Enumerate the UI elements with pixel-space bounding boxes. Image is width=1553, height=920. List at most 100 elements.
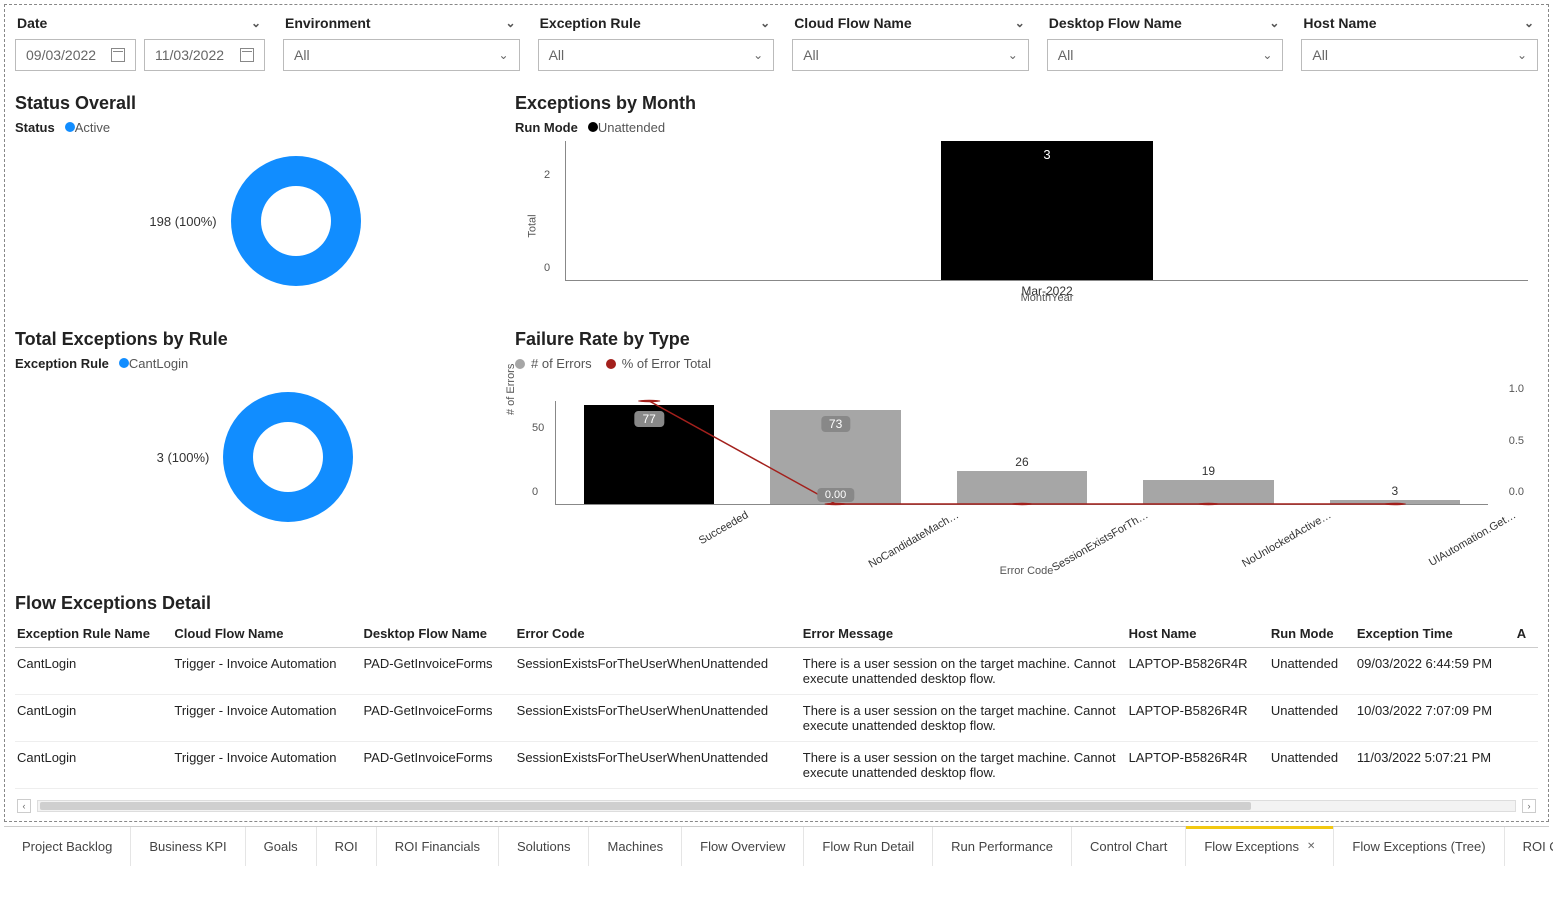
exception-rule-dropdown[interactable]: All ⌄: [538, 39, 775, 71]
tab-machines[interactable]: Machines: [589, 827, 682, 866]
tab-solutions[interactable]: Solutions: [499, 827, 589, 866]
cloud-flow-value: All: [803, 47, 819, 63]
filter-env-label: Environment: [285, 15, 371, 31]
table-row[interactable]: CantLoginTrigger - Invoice AutomationPAD…: [15, 648, 1538, 695]
visual-status-overall[interactable]: Status Overall Status Active 198 (100%): [15, 89, 495, 311]
tab-business-kpi[interactable]: Business KPI: [131, 827, 245, 866]
calendar-icon[interactable]: [111, 48, 125, 62]
legend-item-label: # of Errors: [531, 356, 592, 371]
bar[interactable]: 3: [941, 141, 1153, 280]
close-icon[interactable]: ✕: [1307, 841, 1315, 852]
detail-header-row: Exception Rule NameCloud Flow NameDeskto…: [15, 620, 1538, 648]
column-header[interactable]: Cloud Flow Name: [172, 620, 361, 648]
chevron-down-icon[interactable]: ⌄: [760, 16, 770, 30]
host-dropdown[interactable]: All ⌄: [1301, 39, 1538, 71]
cloud-flow-dropdown[interactable]: All ⌄: [792, 39, 1029, 71]
visual-flow-exceptions-detail[interactable]: Flow Exceptions Detail Exception Rule Na…: [15, 593, 1538, 813]
tab-label: Flow Exceptions: [1204, 839, 1299, 854]
date-end-input[interactable]: 11/03/2022: [144, 39, 265, 71]
visual-failure-rate[interactable]: Failure Rate by Type # of Errors% of Err…: [515, 325, 1538, 577]
tab-run-performance[interactable]: Run Performance: [933, 827, 1072, 866]
table-cell: LAPTOP-B5826R4R: [1127, 695, 1269, 742]
chevron-down-icon[interactable]: ⌄: [1015, 16, 1025, 30]
page-tabs: Project Backlog Business KPI Goals ROI ROI F…: [4, 826, 1549, 866]
column-header[interactable]: Desktop Flow Name: [361, 620, 514, 648]
calendar-icon[interactable]: [240, 48, 254, 62]
visual-exceptions-by-month[interactable]: Exceptions by Month Run Mode Unattended …: [515, 89, 1538, 311]
desktop-flow-dropdown[interactable]: All ⌄: [1047, 39, 1284, 71]
chevron-down-icon: ⌄: [753, 48, 763, 62]
tebr-title: Total Exceptions by Rule: [15, 329, 495, 350]
tab-flow-run-detail[interactable]: Flow Run Detail: [804, 827, 933, 866]
tab-goals[interactable]: Goals: [246, 827, 317, 866]
tebr-donut-chart[interactable]: [223, 392, 353, 522]
exception-rule-value: All: [549, 47, 565, 63]
table-cell: There is a user session on the target ma…: [801, 695, 1127, 742]
x-category-label: Succeeded: [694, 504, 751, 547]
table-row[interactable]: CantLoginTrigger - Invoice AutomationPAD…: [15, 695, 1538, 742]
tebr-legend-items: CantLogin: [119, 356, 188, 371]
fr-plot[interactable]: 0500.00.51.077Succeeded73NoCandidateMach…: [555, 401, 1488, 505]
chevron-down-icon[interactable]: ⌄: [1269, 16, 1279, 30]
scroll-right-button[interactable]: ›: [1522, 799, 1536, 813]
tab-label: ROI: [335, 839, 358, 854]
status-overall-title: Status Overall: [15, 93, 495, 114]
environment-dropdown[interactable]: All ⌄: [283, 39, 520, 71]
table-cell: SessionExistsForTheUserWhenUnattended: [515, 742, 801, 789]
y2-tick: 0.0: [1509, 486, 1524, 498]
table-cell: There is a user session on the target ma…: [801, 742, 1127, 789]
scroll-thumb[interactable]: [40, 802, 1251, 810]
scroll-track[interactable]: [37, 800, 1516, 812]
horizontal-scrollbar[interactable]: ‹ ›: [17, 799, 1536, 813]
ebm-y-title: Total: [527, 214, 539, 237]
tab-label: Flow Run Detail: [822, 839, 914, 854]
table-cell: Trigger - Invoice Automation: [172, 695, 361, 742]
table-cell: [1515, 742, 1538, 789]
ebm-legend-title: Run Mode: [515, 120, 578, 135]
ebm-plot[interactable]: MonthYear 023Mar-2022: [565, 141, 1528, 281]
tab-flow-overview[interactable]: Flow Overview: [682, 827, 804, 866]
tab-project-backlog[interactable]: Project Backlog: [4, 827, 131, 866]
table-cell: CantLogin: [15, 742, 172, 789]
column-header[interactable]: Error Code: [515, 620, 801, 648]
tab-roi-financials[interactable]: ROI Financials: [377, 827, 499, 866]
status-donut-chart[interactable]: [231, 156, 361, 286]
chevron-down-icon[interactable]: ⌄: [1524, 16, 1534, 30]
table-cell: PAD-GetInvoiceForms: [361, 648, 514, 695]
visual-total-exceptions-by-rule[interactable]: Total Exceptions by Rule Exception Rule …: [15, 325, 495, 577]
tab-control-chart[interactable]: Control Chart: [1072, 827, 1186, 866]
tab-label: Business KPI: [149, 839, 226, 854]
fr-x-title: Error Code: [1000, 565, 1054, 577]
fr-title: Failure Rate by Type: [515, 329, 1538, 350]
table-cell: SessionExistsForTheUserWhenUnattended: [515, 695, 801, 742]
column-header[interactable]: Error Message: [801, 620, 1127, 648]
x-category-label: NoUnlockedActive…: [1237, 504, 1333, 570]
tab-roi-calculations[interactable]: ROI Calculations: [1505, 827, 1553, 866]
chevron-down-icon: ⌄: [499, 48, 509, 62]
table-cell: Unattended: [1269, 695, 1355, 742]
table-cell: Unattended: [1269, 648, 1355, 695]
table-row[interactable]: CantLoginTrigger - Invoice AutomationPAD…: [15, 742, 1538, 789]
date-start-input[interactable]: 09/03/2022: [15, 39, 136, 71]
table-cell: LAPTOP-B5826R4R: [1127, 742, 1269, 789]
legend-item-label: Unattended: [598, 120, 665, 135]
tab-roi[interactable]: ROI: [317, 827, 377, 866]
scroll-left-button[interactable]: ‹: [17, 799, 31, 813]
column-header[interactable]: Run Mode: [1269, 620, 1355, 648]
filter-bar: Date ⌄ 09/03/2022 11/03/2022 Environment…: [15, 13, 1538, 85]
tab-flow-exceptions[interactable]: Flow Exceptions ✕: [1186, 827, 1334, 866]
status-donut-label: 198 (100%): [149, 214, 216, 229]
chevron-down-icon[interactable]: ⌄: [251, 16, 261, 30]
chevron-down-icon[interactable]: ⌄: [506, 16, 516, 30]
column-header[interactable]: Exception Time: [1355, 620, 1515, 648]
environment-value: All: [294, 47, 310, 63]
table-cell: CantLogin: [15, 695, 172, 742]
tab-label: Machines: [607, 839, 663, 854]
column-header[interactable]: Host Name: [1127, 620, 1269, 648]
column-header[interactable]: Exception Rule Name: [15, 620, 172, 648]
table-cell: Unattended: [1269, 742, 1355, 789]
legend-dot: [119, 358, 129, 368]
column-header[interactable]: A: [1515, 620, 1538, 648]
chevron-down-icon: ⌄: [1008, 48, 1018, 62]
tab-flow-exceptions-tree-[interactable]: Flow Exceptions (Tree): [1334, 827, 1504, 866]
